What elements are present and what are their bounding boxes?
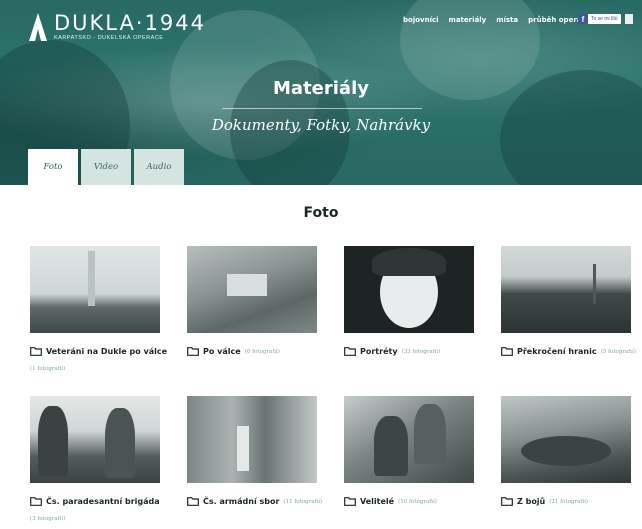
folder-icon <box>501 347 513 356</box>
portrait-hair-shape <box>372 248 446 276</box>
site-logo[interactable]: DUKLA·1944 KARPATSKO - DUKELSKÁ OPERACE <box>28 12 206 42</box>
terrain-shape <box>521 436 611 466</box>
nav-item-bojovnici[interactable]: bojovníci <box>403 16 439 24</box>
folder-icon <box>30 347 42 356</box>
gallery-title[interactable]: Překročení hranic <box>517 347 597 356</box>
gallery-card[interactable]: Čs. armádní sbor (11 fotografií) <box>187 396 322 506</box>
gallery-thumbnail[interactable] <box>187 246 317 333</box>
facebook-like-label: To se mi líbí <box>591 16 618 22</box>
officer-shape <box>374 416 408 476</box>
folder-icon <box>344 497 356 506</box>
hero-banner: DUKLA·1944 KARPATSKO - DUKELSKÁ OPERACE … <box>0 0 642 185</box>
gallery-card[interactable]: Velitelé (10 fotografií) <box>344 396 474 506</box>
folder-icon <box>501 497 513 506</box>
title-divider <box>222 108 422 109</box>
main-nav: bojovníci materiály místa průběh operace <box>403 16 590 24</box>
gallery-caption: Čs. paradesantní brigáda <box>30 497 180 506</box>
gallery-card[interactable]: Čs. paradesantní brigáda (3 fotografií) <box>30 396 160 522</box>
gallery-caption: Překročení hranic (5 fotografií) <box>501 347 642 356</box>
gallery-caption: Portréty (33 fotografií) <box>344 347 494 356</box>
gallery-caption: Z bojů (21 fotografií) <box>501 497 642 506</box>
logo-subtitle: KARPATSKO - DUKELSKÁ OPERACE <box>54 35 164 41</box>
page-title: Materiály <box>273 78 369 99</box>
folder-icon <box>344 347 356 356</box>
house-shape <box>227 274 267 296</box>
section-title: Foto <box>303 205 339 221</box>
gallery-count: (1 fotografií) <box>30 366 66 372</box>
gallery-title[interactable]: Veteráni na Dukle po válce <box>46 347 167 356</box>
logo-title: DUKLA·1944 <box>54 11 206 35</box>
gallery-card[interactable]: Po válce (6 fotografií) <box>187 246 317 356</box>
nav-item-materialy[interactable]: materiály <box>449 16 487 24</box>
tab-video[interactable]: Video <box>81 149 131 185</box>
facebook-count-box <box>625 14 633 24</box>
gallery-caption: Po válce (6 fotografií) <box>187 347 337 356</box>
officer-shape <box>414 404 446 464</box>
folder-icon <box>187 497 199 506</box>
media-tabs: Foto Video Audio <box>28 149 184 185</box>
gallery-card[interactable]: Portréty (33 fotografií) <box>344 246 474 356</box>
flagpole-shape <box>593 264 596 304</box>
gallery-thumbnail[interactable] <box>501 396 631 483</box>
figure-shape <box>237 426 249 471</box>
page-subtitle: Dokumenty, Fotky, Nahrávky <box>211 116 431 134</box>
tab-foto[interactable]: Foto <box>28 149 78 185</box>
gallery-caption: Čs. armádní sbor (11 fotografií) <box>187 497 337 506</box>
gallery-card[interactable]: Z bojů (21 fotografií) <box>501 396 631 506</box>
gallery-thumbnail[interactable] <box>344 396 474 483</box>
gallery-thumbnail[interactable] <box>30 396 160 483</box>
soldier-shape <box>105 408 135 478</box>
gallery-caption: Veteráni na Dukle po válce <box>30 347 180 356</box>
nav-item-mista[interactable]: místa <box>496 16 518 24</box>
soldier-shape <box>38 406 68 476</box>
gallery-caption: Velitelé (10 fotografií) <box>344 497 494 506</box>
gallery-thumbnail[interactable] <box>187 396 317 483</box>
gallery-count: (3 fotografií) <box>30 516 66 522</box>
gallery-count: (33 fotografií) <box>401 348 441 355</box>
gallery-count: (21 fotografií) <box>549 498 589 505</box>
facebook-like-button[interactable]: f To se mi líbí <box>578 14 621 24</box>
gallery-thumbnail[interactable] <box>344 246 474 333</box>
folder-icon <box>187 347 199 356</box>
gallery-title[interactable]: Portréty <box>360 347 398 356</box>
gallery-title[interactable]: Po válce <box>203 347 241 356</box>
gallery-count: (10 fotografií) <box>398 498 437 505</box>
gallery-title[interactable]: Z bojů <box>517 497 545 506</box>
logo-a-icon <box>29 13 47 41</box>
monument-shape <box>88 251 95 306</box>
gallery-title[interactable]: Čs. armádní sbor <box>203 497 279 506</box>
gallery-count: (11 fotografií) <box>283 498 323 505</box>
folder-icon <box>30 497 42 506</box>
gallery-title[interactable]: Čs. paradesantní brigáda <box>46 497 160 506</box>
gallery-card[interactable]: Překročení hranic (5 fotografií) <box>501 246 636 356</box>
gallery-count: (6 fotografií) <box>244 348 280 355</box>
gallery-card[interactable]: Veteráni na Dukle po válce (1 fotografií… <box>30 246 167 372</box>
gallery-thumbnail[interactable] <box>30 246 160 333</box>
facebook-icon: f <box>578 14 588 24</box>
tab-audio[interactable]: Audio <box>134 149 184 185</box>
gallery-count: (5 fotografií) <box>600 348 636 355</box>
gallery-thumbnail[interactable] <box>501 246 631 333</box>
gallery-title[interactable]: Velitelé <box>360 497 394 506</box>
